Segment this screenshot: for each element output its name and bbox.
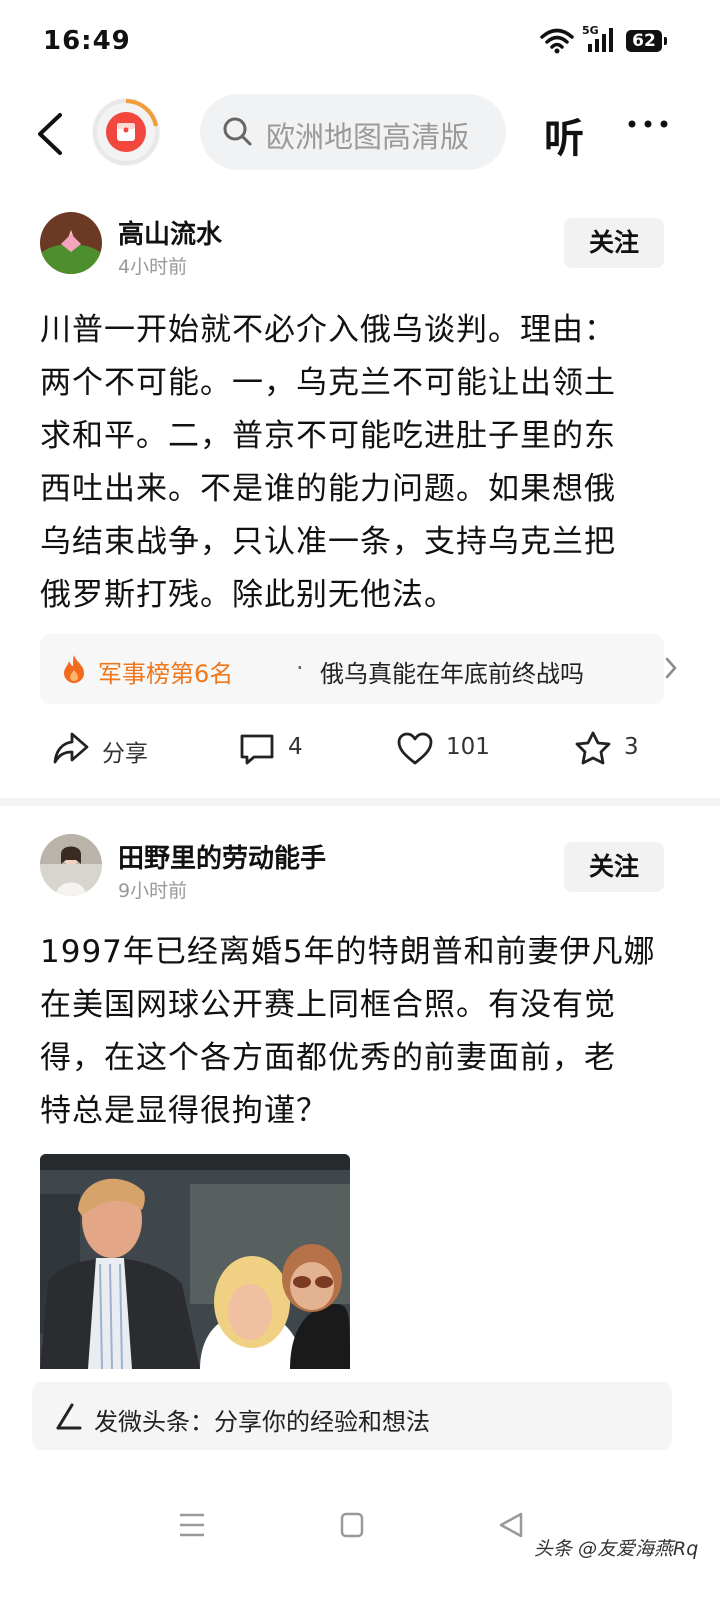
share-icon xyxy=(53,732,89,764)
author-name[interactable]: 田野里的劳动能手 xyxy=(118,838,326,875)
content-line: 两个不可能。一，乌克兰不可能让出领土 xyxy=(40,365,616,401)
compose-input[interactable]: 发微头条：分享你的经验和想法 xyxy=(94,1402,430,1437)
favorite-count: 3 xyxy=(624,734,639,760)
like-button[interactable]: 101 xyxy=(396,720,496,780)
content-line: 乌结束战争，只认准一条，支持乌克兰把 xyxy=(40,524,616,560)
compose-bar[interactable]: 发微头条：分享你的经验和想法 xyxy=(32,1382,672,1450)
search-icon xyxy=(223,117,252,146)
hot-topic-card[interactable]: 军事榜第6名 · 俄乌真能在年底前终战吗 xyxy=(40,634,677,704)
chevron-right-icon xyxy=(665,657,677,679)
post-content[interactable]: 1997年已经离婚5年的特朗普和前妻伊凡娜 在美国网球公开赛上同框合照。有没有觉… xyxy=(40,926,680,1138)
post-photo[interactable] xyxy=(40,1154,350,1369)
share-label: 分享 xyxy=(102,741,148,767)
content-line: 西吐出来。不是谁的能力问题。如果想俄 xyxy=(40,471,616,507)
pen-icon xyxy=(56,1403,82,1430)
comment-count: 4 xyxy=(288,734,303,760)
topic-separator: · xyxy=(296,654,304,682)
heart-icon xyxy=(397,732,433,765)
topic-title: 俄乌真能在年底前终战吗 xyxy=(320,660,584,688)
content-line: 在美国网球公开赛上同框合照。有没有觉 xyxy=(40,987,616,1023)
content-line: 求和平。二，普京不可能吃进肚子里的东 xyxy=(40,418,616,454)
post-actions: 分享 4 101 3 xyxy=(0,720,720,780)
like-count: 101 xyxy=(446,734,490,760)
post-content[interactable]: 川普一开始就不必介入俄乌谈判。理由： 两个不可能。一，乌克兰不可能让出领土 求和… xyxy=(40,304,680,622)
author-avatar[interactable] xyxy=(40,834,102,896)
battery-indicator: 62 xyxy=(626,30,667,52)
feed-divider xyxy=(0,798,720,806)
watermark: 头条 @友爱海燕Rq xyxy=(534,1538,699,1560)
favorite-button[interactable]: 3 xyxy=(574,720,654,780)
content-line: 特总是显得很拘谨？ xyxy=(40,1093,328,1129)
post-time: 9小时前 xyxy=(118,880,188,902)
star-icon xyxy=(575,731,611,765)
more-options-icon[interactable] xyxy=(626,118,670,130)
signal-icon xyxy=(588,28,613,52)
fire-icon xyxy=(64,655,84,683)
comment-button[interactable]: 4 xyxy=(238,720,318,780)
content-line: 得，在这个各方面都优秀的前妻面前，老 xyxy=(40,1040,616,1076)
content-line: 俄罗斯打残。除此别无他法。 xyxy=(40,577,456,613)
menu-icon[interactable] xyxy=(178,1512,206,1538)
topic-rank: 军事榜第6名 xyxy=(98,660,234,688)
content-line: 川普一开始就不必介入俄乌谈判。理由： xyxy=(40,312,616,348)
post-time: 4小时前 xyxy=(118,256,188,278)
author-avatar[interactable] xyxy=(40,212,102,274)
comment-icon xyxy=(240,734,274,765)
search-input[interactable]: 欧洲地图高清版 xyxy=(266,114,482,156)
content-line: 1997年已经离婚5年的特朗普和前妻伊凡娜 xyxy=(40,934,656,970)
wifi-icon xyxy=(540,28,574,54)
search-bar[interactable]: 欧洲地图高清版 xyxy=(200,94,506,170)
status-time: 16:49 xyxy=(43,26,131,56)
back-triangle-icon[interactable] xyxy=(498,1512,524,1538)
home-icon[interactable] xyxy=(340,1512,364,1538)
share-button[interactable]: 分享 xyxy=(52,720,172,780)
app-logo-button[interactable] xyxy=(92,98,160,166)
listen-button[interactable]: 听 xyxy=(544,106,584,164)
red-envelope-icon xyxy=(106,112,146,152)
author-name[interactable]: 高山流水 xyxy=(118,214,222,251)
status-bar: 16:49 5G 62 xyxy=(0,0,720,80)
follow-button[interactable]: 关注 xyxy=(564,218,664,268)
follow-button[interactable]: 关注 xyxy=(564,842,664,892)
back-icon[interactable] xyxy=(32,112,72,156)
